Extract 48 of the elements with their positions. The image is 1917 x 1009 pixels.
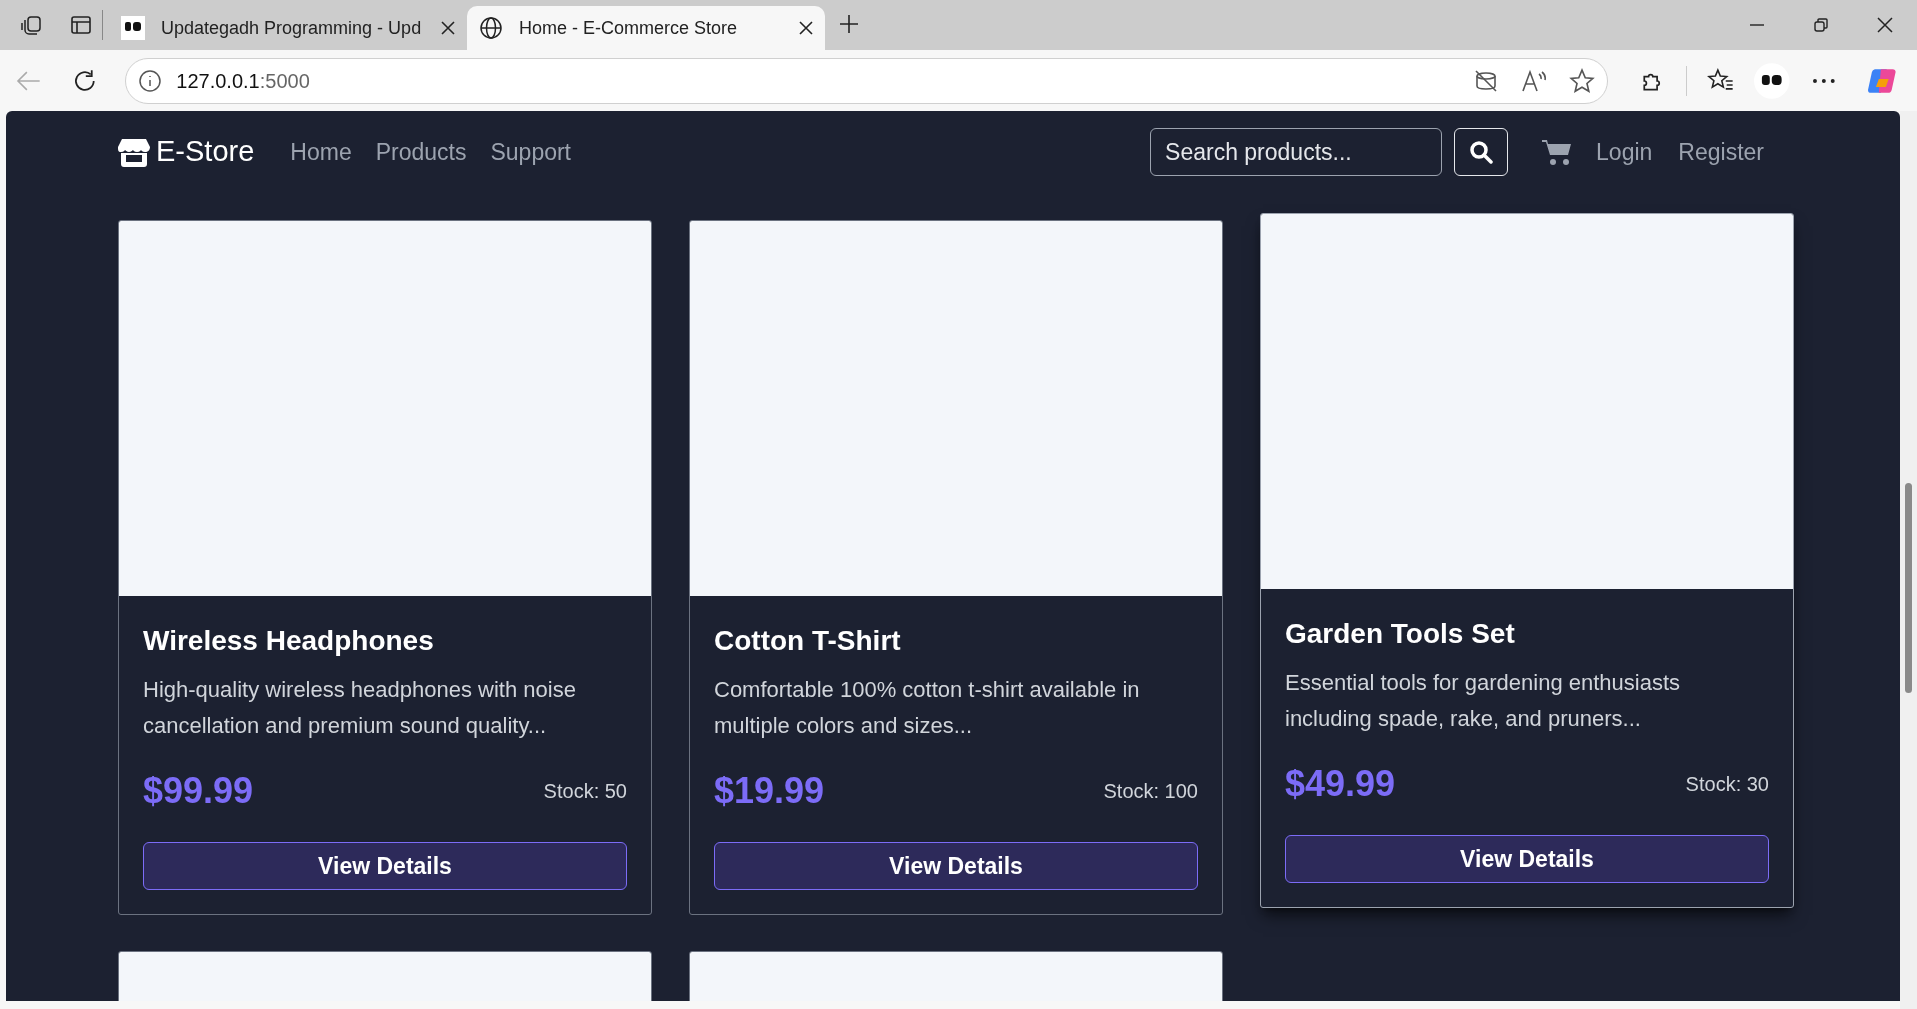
browser-tab[interactable]: Updategadh Programming - Upd xyxy=(109,6,467,50)
product-name[interactable]: Wireless Headphones xyxy=(143,620,627,662)
search-icon xyxy=(1469,140,1494,164)
more-icon[interactable] xyxy=(1811,77,1836,84)
nav-link[interactable]: Login xyxy=(1596,134,1653,170)
view-details-button[interactable]: View Details xyxy=(143,842,627,890)
tracking-off-icon[interactable] xyxy=(1472,68,1499,93)
browser-tab[interactable]: Home - E-Commerce Store xyxy=(467,6,825,50)
tab-title: Home - E-Commerce Store xyxy=(519,16,739,40)
brand-name[interactable]: E-Store xyxy=(156,130,255,174)
url-text: 127.0.0.1:5000 xyxy=(176,68,310,94)
globe-icon xyxy=(479,16,503,40)
search-button[interactable] xyxy=(1454,128,1509,176)
store-icon xyxy=(118,137,150,167)
product-description: Essential tools for gardening enthusiasts including spade, rake, and pruners... xyxy=(1285,669,1681,733)
stock-count: Stock: 30 xyxy=(1685,772,1769,797)
info-icon[interactable] xyxy=(138,68,163,93)
restore-icon[interactable] xyxy=(1813,17,1829,33)
star-icon[interactable] xyxy=(1568,67,1595,94)
view-details-button[interactable]: View Details xyxy=(714,842,1198,890)
view-details-button[interactable]: View Details xyxy=(1285,835,1769,883)
product-description: High-quality wireless headphones with noise cancellation and premium sound quality... xyxy=(143,676,577,740)
address-bar[interactable]: 127.0.0.1:5000 xyxy=(125,57,1608,104)
sidebar-icon[interactable] xyxy=(70,14,92,36)
collections-icon[interactable] xyxy=(20,13,44,37)
site-logo xyxy=(121,16,145,40)
cart-icon[interactable] xyxy=(1542,138,1573,166)
scrollbar-thumb[interactable] xyxy=(1905,483,1912,693)
new-tab-icon[interactable] xyxy=(839,14,859,34)
nav-link[interactable]: Support xyxy=(490,134,571,170)
price: $49.99 xyxy=(1285,762,1396,806)
stock-count: Stock: 50 xyxy=(543,779,627,804)
nav-link[interactable]: Home xyxy=(290,134,352,170)
tab-title: Updategadh Programming - Upd xyxy=(161,16,423,40)
search-field[interactable]: Search products... xyxy=(1150,128,1443,176)
nav-link[interactable]: Register xyxy=(1678,134,1764,170)
price: $19.99 xyxy=(714,769,825,813)
profile-avatar[interactable] xyxy=(1754,62,1790,99)
nav-link[interactable]: Products xyxy=(375,134,467,170)
close-tab-icon[interactable] xyxy=(799,21,813,35)
read-aloud-icon[interactable] xyxy=(1520,68,1547,93)
product-name[interactable]: Cotton T-Shirt xyxy=(714,620,1198,662)
close-tab-icon[interactable] xyxy=(441,21,455,35)
close-icon[interactable] xyxy=(1877,17,1893,33)
product-name[interactable]: Garden Tools Set xyxy=(1285,613,1769,655)
product-description: Comfortable 100% cotton t-shirt available in multiple colors and sizes... xyxy=(714,676,1141,740)
stock-count: Stock: 100 xyxy=(1103,779,1198,804)
price: $99.99 xyxy=(143,769,254,813)
